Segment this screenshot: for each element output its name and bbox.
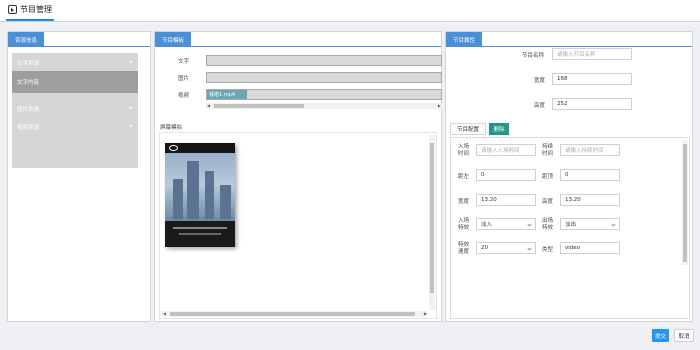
- program-name-label: 节目名称: [522, 53, 545, 59]
- type-label: 类型: [542, 247, 554, 253]
- effect-speed-label: 特效速度: [458, 242, 470, 255]
- submit-button[interactable]: 提交: [652, 329, 669, 342]
- height-label: 高度: [534, 103, 546, 109]
- chevron-down-icon: [527, 222, 532, 227]
- chevron-down-icon: [129, 61, 133, 63]
- type-input[interactable]: video: [560, 242, 620, 254]
- resource-panel: 资源信息 文字资源 文字内容 图片资源 视频资源: [7, 31, 151, 322]
- building: [220, 185, 231, 219]
- image-track-label: 图片: [178, 76, 190, 82]
- enter-effect-label: 入场特效: [458, 218, 470, 231]
- menu-item-label: 文字资源: [17, 61, 40, 67]
- tab-underline: [155, 46, 441, 47]
- attributes-panel-tab[interactable]: 节目属性: [446, 32, 483, 47]
- top-offset-input[interactable]: 0: [560, 169, 620, 181]
- program-panel-tab[interactable]: 节目模板: [155, 32, 192, 47]
- chevron-down-icon: [527, 246, 532, 251]
- text-track[interactable]: [206, 55, 442, 66]
- screen-preview: ◀ ▶: [159, 132, 437, 319]
- effect-speed-value: 20: [481, 245, 488, 251]
- item-height-input[interactable]: 13.20: [560, 194, 620, 206]
- preview-image: [165, 143, 235, 247]
- scroll-right-icon[interactable]: ▶: [438, 103, 441, 109]
- scroll-thumb[interactable]: [430, 143, 434, 293]
- video-track-label: 视频: [178, 93, 190, 99]
- building: [187, 161, 199, 219]
- page-title: 节目管理: [20, 5, 52, 14]
- item-width-input[interactable]: 13.20: [476, 194, 536, 206]
- top-bar: 节目管理: [0, 0, 700, 22]
- logo: [169, 145, 178, 151]
- chevron-down-icon: [129, 125, 133, 127]
- scroll-right-icon[interactable]: ▶: [424, 311, 427, 317]
- scroll-thumb[interactable]: [214, 104, 304, 108]
- tab-underline: [8, 46, 150, 47]
- resource-menu: 文字资源 文字内容 图片资源 视频资源: [12, 53, 138, 168]
- scroll-left-icon[interactable]: ◀: [163, 311, 166, 317]
- enter-time-input[interactable]: 请输入入场时间: [476, 144, 536, 156]
- menu-item-image-resource[interactable]: 图片资源: [12, 101, 138, 117]
- config-form: 入场时间 请输入入场时间 持续时间 请输入持续时间 距左 0 距顶 0 宽度 1…: [450, 137, 690, 319]
- exit-effect-select[interactable]: 淡出: [560, 218, 620, 230]
- height-input[interactable]: 252: [552, 98, 632, 110]
- item-height-label: 高度: [542, 199, 554, 205]
- delete-button[interactable]: 删除: [489, 123, 509, 135]
- duration-label: 持续时间: [542, 144, 554, 157]
- cancel-button[interactable]: 取消: [674, 329, 694, 342]
- image-track[interactable]: [206, 72, 442, 83]
- tab-program-config[interactable]: 节目配置: [450, 123, 486, 135]
- attributes-panel: 节目属性 节目名称 请输入节目名称 宽度 168 高度 252 节目配置 删除 …: [445, 31, 693, 322]
- item-width-label: 宽度: [458, 199, 470, 205]
- scroll-thumb[interactable]: [683, 144, 687, 262]
- menu-item-video-resource[interactable]: 视频资源: [12, 119, 138, 135]
- width-label: 宽度: [534, 78, 546, 84]
- program-panel: 节目模板 文字 图片 视频 铁塔1.mp4 ◀ ▶ 屏幕模拟 ◀ ▶: [154, 31, 442, 322]
- menu-item-label: 图片资源: [17, 107, 40, 113]
- duration-input[interactable]: 请输入持续时间: [560, 144, 620, 156]
- menu-item-label: 视频资源: [17, 125, 40, 131]
- exit-effect-label: 出场特效: [542, 218, 554, 231]
- config-vscrollbar[interactable]: [682, 140, 688, 265]
- tab-underline: [446, 46, 692, 47]
- timeline-hscrollbar[interactable]: ◀ ▶: [206, 103, 442, 109]
- enter-time-label: 入场时间: [458, 144, 470, 157]
- exit-effect-value: 淡出: [565, 222, 577, 228]
- scroll-thumb[interactable]: [170, 312, 415, 316]
- building: [205, 171, 214, 219]
- resource-panel-tab[interactable]: 资源信息: [8, 32, 45, 47]
- top-offset-label: 距顶: [542, 174, 554, 180]
- enter-effect-value: 淡入: [481, 222, 493, 228]
- enter-effect-select[interactable]: 淡入: [476, 218, 536, 230]
- preview-footer: [165, 221, 235, 247]
- program-name-input[interactable]: 请输入节目名称: [552, 48, 632, 60]
- text-track-label: 文字: [178, 59, 190, 65]
- page-title-tab[interactable]: 节目管理: [6, 0, 54, 21]
- play-square-icon: [8, 5, 17, 14]
- effect-speed-select[interactable]: 20: [476, 242, 536, 254]
- video-track[interactable]: 铁塔1.mp4: [206, 89, 442, 100]
- preview-label: 屏幕模拟: [160, 125, 183, 131]
- menu-item-text-content[interactable]: 文字内容: [12, 71, 138, 93]
- preview-hscrollbar[interactable]: ◀ ▶: [162, 311, 428, 317]
- scroll-left-icon[interactable]: ◀: [207, 103, 210, 109]
- menu-item-label: 文字内容: [17, 80, 40, 86]
- building: [173, 179, 183, 219]
- left-offset-label: 距左: [458, 174, 470, 180]
- video-clip[interactable]: 铁塔1.mp4: [207, 90, 247, 99]
- width-input[interactable]: 168: [552, 73, 632, 85]
- menu-item-text-resource[interactable]: 文字资源: [12, 55, 138, 71]
- left-offset-input[interactable]: 0: [476, 169, 536, 181]
- chevron-down-icon: [129, 107, 133, 109]
- preview-vscrollbar[interactable]: [429, 135, 435, 310]
- chevron-down-icon: [611, 222, 616, 227]
